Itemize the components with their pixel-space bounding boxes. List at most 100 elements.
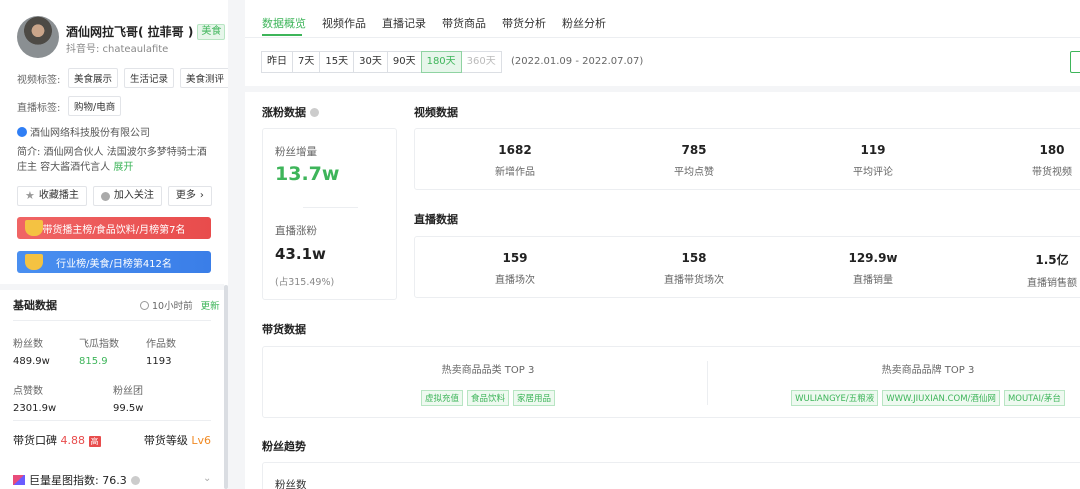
verified-org-name: 酒仙网络科技股份有限公司 (30, 128, 150, 139)
active-tab-indicator (262, 34, 302, 36)
verified-org: 酒仙网络科技股份有限公司 (17, 124, 150, 139)
live-tags-row: 直播标签: 购物/电商 (17, 96, 122, 116)
metric-live-sales-volume: 129.9w 直播销量 (813, 251, 933, 286)
reputation-score: 4.88 (60, 434, 86, 447)
collect-button[interactable]: ★ 收藏播主 (17, 186, 87, 206)
range-90d[interactable]: 90天 (386, 51, 422, 73)
tab-fans-analysis[interactable]: 粉丝分析 (562, 15, 606, 31)
top-brands: 热卖商品品牌 TOP 3 WULIANGYE/五粮液 WWW.JIUXIAN.C… (773, 361, 1080, 406)
streamer-name: 酒仙网拉飞哥( 拉菲哥 ) (66, 25, 194, 39)
rank-badge-industry[interactable]: 行业榜/美食/日榜第412名 (17, 251, 211, 273)
video-tag[interactable]: 美食测评 (180, 68, 228, 88)
collect-label: 收藏播主 (38, 190, 79, 201)
intro: 简介: 酒仙网合伙人 法国波尔多梦特骑士酒庄主 容大酱酒代言人 展开 (17, 145, 213, 175)
export-button[interactable] (1070, 51, 1080, 73)
range-15d[interactable]: 15天 (319, 51, 355, 73)
metric-value: 159 (502, 251, 528, 265)
stat-value: 1193 (146, 356, 172, 367)
brand-tag[interactable]: WULIANGYE/五粮液 (791, 390, 879, 406)
reputation-row: 带货口碑 4.88 高 带货等级 Lv6 (13, 432, 211, 448)
tab-live-records[interactable]: 直播记录 (382, 15, 426, 31)
divider (245, 37, 1080, 38)
metric-live-goods-sessions: 158 直播带货场次 (634, 251, 754, 286)
metric-label: 直播场次 (495, 275, 535, 286)
live-tag[interactable]: 购物/电商 (68, 96, 122, 116)
stat-value: 489.9w (13, 356, 50, 367)
fans-title-text: 涨粉数据 (262, 106, 306, 119)
clock-icon (140, 300, 149, 310)
divider (0, 284, 224, 290)
range-7d[interactable]: 7天 (292, 51, 321, 73)
divider (303, 207, 358, 208)
more-button[interactable]: 更多 › (167, 186, 212, 206)
divider (245, 86, 1080, 92)
avatar[interactable] (17, 16, 59, 58)
follow-label: 加入关注 (113, 190, 154, 201)
stat-value: 2301.9w (13, 403, 57, 414)
brand-tag[interactable]: MOUTAI/茅台 (1003, 390, 1065, 406)
metric-live-sales-amount: 1.5亿 直播销售额 (992, 251, 1080, 289)
stat-label: 粉丝团 (113, 386, 143, 397)
profile-sidebar: 酒仙网拉飞哥( 拉菲哥 ) 美食 抖音号: chateaulafite 视频标签… (0, 0, 228, 489)
trend-label: 粉丝数 (275, 479, 307, 489)
tab-overview[interactable]: 数据概览 (262, 15, 306, 31)
metric-label: 新增作品 (495, 167, 535, 178)
category-tags: 虚拟充值 食品饮料 家居用品 (373, 390, 603, 406)
tab-goods[interactable]: 带货商品 (442, 15, 486, 31)
metric-value: 1.5亿 (1035, 253, 1069, 267)
category-tag[interactable]: 虚拟充值 (420, 390, 463, 406)
metric-value: 119 (860, 143, 886, 157)
fans-growth-label: 粉丝增量 (275, 146, 317, 158)
brand-tag[interactable]: WWW.JIUXIAN.COM/酒仙网 (882, 390, 1000, 406)
trend-section-title: 粉丝趋势 (262, 440, 306, 453)
range-180d[interactable]: 180天 (420, 51, 462, 73)
tab-videos[interactable]: 视频作品 (322, 15, 366, 31)
chevron-down-icon[interactable]: ⌄ (203, 473, 211, 484)
stat-value: 815.9 (79, 356, 108, 367)
trend-card: 粉丝数 (262, 462, 1080, 489)
help-icon[interactable] (310, 107, 319, 117)
divider (13, 320, 211, 321)
metric-new-works: 1682 新增作品 (455, 143, 575, 178)
divider (13, 420, 211, 421)
reputation: 带货口碑 4.88 高 (13, 432, 101, 448)
live-metrics-card: 159 直播场次 158 直播带货场次 129.9w 直播销量 1.5亿 直播销… (414, 236, 1080, 298)
rank-badge-goods[interactable]: 带货播主榜/食品饮料/月榜第7名 (17, 217, 211, 239)
verified-icon (17, 126, 27, 137)
plus-icon (100, 191, 110, 201)
video-tag[interactable]: 生活记录 (124, 68, 175, 88)
tab-sales-analysis[interactable]: 带货分析 (502, 15, 546, 31)
star-index[interactable]: 巨量星图指数: 76.3 (13, 472, 140, 488)
range-360d[interactable]: 360天 (460, 51, 502, 73)
category-tag[interactable]: 食品饮料 (466, 390, 509, 406)
more-label: 更多 (175, 190, 196, 201)
metric-label: 直播销售额 (1027, 278, 1077, 289)
xingtu-logo-icon (13, 475, 25, 485)
goods-card: 热卖商品品类 TOP 3 虚拟充值 食品饮料 家居用品 热卖商品品牌 TOP 3… (262, 346, 1080, 418)
range-yesterday[interactable]: 昨日 (261, 51, 293, 73)
update-link[interactable]: 更新 (201, 298, 220, 312)
intro-expand-link[interactable]: 展开 (113, 162, 133, 173)
stat-label: 粉丝数 (13, 339, 43, 350)
sidebar-scrollbar[interactable] (224, 285, 228, 489)
video-tag[interactable]: 美食展示 (68, 68, 119, 88)
tab-bar: 数据概览 视频作品 直播记录 带货商品 带货分析 粉丝分析 (262, 15, 606, 31)
follow-button[interactable]: 加入关注 (92, 186, 162, 206)
live-tags-label: 直播标签: (17, 102, 61, 114)
video-metrics-card: 1682 新增作品 785 平均点赞 119 平均评论 180 带货视频 (414, 128, 1080, 190)
category-tag[interactable]: 家居用品 (513, 390, 556, 406)
fans-card: 粉丝增量 13.7w 直播涨粉 43.1w (占315.49%) (262, 128, 397, 300)
update-info: 10小时前 更新 (140, 298, 220, 312)
metric-value: 180 (1039, 143, 1065, 157)
stat-likes: 点赞数 2301.9w (13, 382, 56, 414)
top-categories-title: 热卖商品品类 TOP 3 (441, 365, 535, 376)
help-icon[interactable] (130, 475, 140, 485)
fans-growth-value: 13.7w (275, 163, 340, 185)
range-selector: 昨日 7天 15天 30天 90天 180天 360天 (261, 51, 502, 73)
range-30d[interactable]: 30天 (353, 51, 388, 73)
trophy-icon (25, 220, 43, 236)
video-tags-row: 视频标签: 美食展示 生活记录 美食测评 (17, 68, 228, 88)
rank-industry-label: 行业榜/美食/日榜第412名 (56, 258, 172, 270)
level-value: Lv6 (191, 434, 211, 447)
stat-fan-group: 粉丝团 99.5w (113, 382, 143, 414)
